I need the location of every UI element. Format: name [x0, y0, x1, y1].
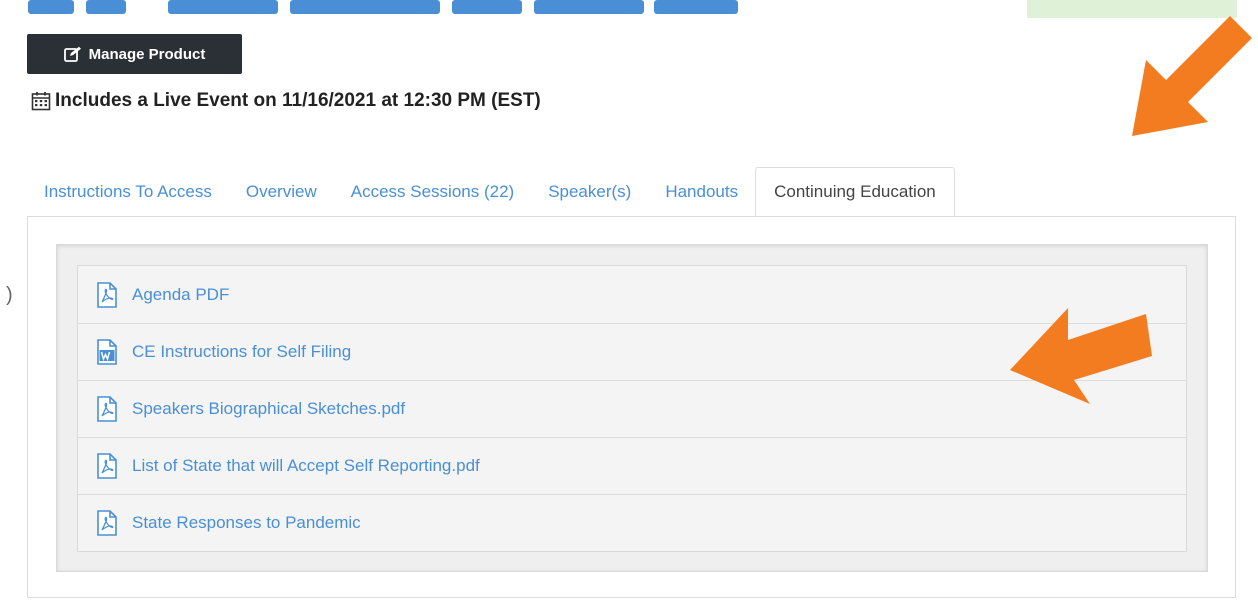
- pdf-file-icon: [97, 510, 117, 536]
- word-file-icon: [97, 339, 117, 365]
- document-link[interactable]: Agenda PDF: [132, 285, 229, 305]
- tab-overview[interactable]: Overview: [229, 167, 334, 217]
- tab-handouts[interactable]: Handouts: [648, 167, 755, 217]
- page-title: [28, 0, 748, 28]
- pdf-file-icon: [97, 453, 117, 479]
- tab-instructions-to-access[interactable]: Instructions To Access: [27, 167, 229, 217]
- document-item-state-responses[interactable]: State Responses to Pandemic: [78, 494, 1186, 551]
- calendar-icon: [31, 92, 51, 111]
- tab-access-sessions[interactable]: Access Sessions (22): [334, 167, 531, 217]
- collapse-handle-icon[interactable]: ): [6, 284, 13, 307]
- manage-product-label: Manage Product: [88, 45, 206, 63]
- edit-icon: [63, 46, 81, 62]
- document-link[interactable]: CE Instructions for Self Filing: [132, 342, 351, 362]
- document-item-state-list[interactable]: List of State that will Accept Self Repo…: [78, 437, 1186, 494]
- document-link[interactable]: List of State that will Accept Self Repo…: [132, 456, 480, 476]
- pdf-file-icon: [97, 396, 117, 422]
- documents-well: Agenda PDF CE Instructions for Self Fili…: [56, 244, 1208, 572]
- manage-product-button[interactable]: Manage Product: [27, 34, 242, 74]
- page-title-cropped: [28, 0, 738, 14]
- callout-arrow-icon: [1010, 308, 1152, 404]
- tab-continuing-education[interactable]: Continuing Education: [755, 167, 955, 217]
- tab-bar: Instructions To Access Overview Access S…: [27, 167, 955, 217]
- document-link[interactable]: Speakers Biographical Sketches.pdf: [132, 399, 405, 419]
- tab-speakers[interactable]: Speaker(s): [531, 167, 648, 217]
- document-link[interactable]: State Responses to Pandemic: [132, 513, 361, 533]
- live-event-notice: Includes a Live Event on 11/16/2021 at 1…: [31, 90, 541, 112]
- live-event-text: Includes a Live Event on 11/16/2021 at 1…: [55, 90, 541, 111]
- callout-arrow-icon: [1132, 16, 1252, 136]
- pdf-file-icon: [97, 281, 117, 308]
